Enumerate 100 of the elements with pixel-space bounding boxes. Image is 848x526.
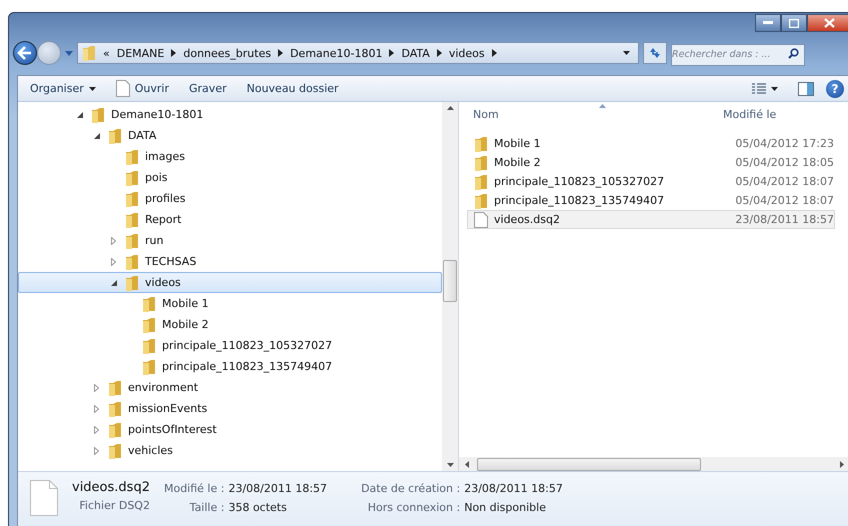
caret-icon[interactable] — [623, 51, 630, 55]
detail-label: Date de création : — [361, 482, 460, 495]
folder-icon — [142, 316, 156, 332]
tree-item[interactable]: DATA — [18, 125, 442, 146]
maximize-icon — [789, 18, 799, 28]
preview-pane-icon — [798, 82, 814, 96]
scroll-left-icon[interactable] — [465, 460, 469, 468]
column-header[interactable]: Modifié le — [723, 108, 776, 120]
address-bar[interactable]: « DEMANE donnees_brutes Demane10-1801 DATA videos — [77, 42, 639, 64]
tree-item[interactable]: Mobile 2 — [18, 314, 442, 335]
file-row[interactable]: principale_110823_135749407 05/04/2012 18:07 — [467, 191, 835, 210]
breadcrumb[interactable]: Demane10-1801 — [290, 46, 382, 60]
scroll-thumb[interactable] — [443, 260, 457, 302]
tree-item[interactable]: principale_110823_135749407 — [18, 356, 442, 377]
chevron-icon[interactable] — [389, 49, 394, 57]
detail-label: Taille : — [188, 501, 224, 514]
folder-icon — [125, 274, 139, 290]
folder-icon — [91, 106, 105, 122]
collapsed-icon[interactable] — [94, 426, 99, 434]
detail-label: Hors connexion : — [366, 501, 460, 514]
folder-icon — [125, 212, 139, 228]
tree-item[interactable]: environment — [18, 377, 442, 398]
folder-icon — [474, 192, 488, 208]
list-view-icon — [752, 82, 766, 94]
scroll-thumb[interactable] — [477, 458, 701, 470]
search-field[interactable]: Rechercher dans : ... — [671, 44, 805, 66]
refresh-button[interactable] — [643, 42, 667, 64]
file-row[interactable]: videos.dsq2 23/08/2011 18:57 — [467, 210, 835, 229]
tree-item[interactable]: Demane10-1801 — [18, 104, 442, 125]
burn-button[interactable]: Graver — [181, 80, 235, 97]
breadcrumb[interactable]: DATA — [401, 46, 430, 60]
detail-value: 358 octets — [228, 501, 288, 514]
new-folder-button[interactable]: Nouveau dossier — [238, 80, 347, 97]
expanded-icon[interactable] — [111, 280, 117, 286]
folder-icon — [108, 128, 122, 144]
scrollbar[interactable] — [459, 457, 848, 471]
folder-icon — [474, 136, 488, 152]
tree-item[interactable]: missionEvents — [18, 398, 442, 419]
tree-item[interactable]: TECHSAS — [18, 251, 442, 272]
folder-icon — [142, 338, 156, 354]
tree-item[interactable]: vehicles — [18, 440, 442, 461]
collapsed-icon[interactable] — [111, 258, 116, 266]
overflow-chevron[interactable]: « — [103, 46, 110, 60]
sort-arrow-icon — [599, 104, 606, 108]
close-button[interactable] — [807, 14, 848, 32]
tree-item[interactable]: pointsOfInterest — [18, 419, 442, 440]
open-button[interactable]: Ouvrir — [108, 78, 178, 99]
file-row[interactable]: principale_110823_105327027 05/04/2012 18:07 — [467, 172, 835, 191]
breadcrumb[interactable]: donnees_brutes — [183, 46, 272, 60]
tree-item[interactable]: principale_110823_105327027 — [18, 335, 442, 356]
close-icon — [824, 18, 834, 28]
tree-item[interactable]: Mobile 1 — [18, 293, 442, 314]
breadcrumb[interactable]: DEMANE — [116, 46, 164, 60]
minimize-icon — [763, 21, 773, 25]
document-icon — [116, 80, 130, 97]
expanded-icon[interactable] — [94, 132, 100, 138]
scroll-right-icon[interactable] — [840, 460, 844, 468]
organize-menu[interactable]: Organiser — [22, 80, 104, 97]
folder-icon — [108, 380, 122, 396]
folder-icon — [142, 296, 156, 312]
folder-icon — [108, 442, 122, 458]
tree-item[interactable]: run — [18, 230, 442, 251]
search-icon — [788, 48, 799, 59]
scroll-down-icon[interactable] — [446, 463, 454, 467]
help-button[interactable]: ? — [826, 80, 844, 98]
folder-icon — [125, 170, 139, 186]
file-row[interactable]: Mobile 2 05/04/2012 18:05 — [467, 153, 835, 172]
tree-item[interactable]: profiles — [18, 188, 442, 209]
tree-item[interactable]: Report — [18, 209, 442, 230]
scrollbar[interactable] — [442, 102, 458, 471]
tree-item[interactable]: videos — [18, 272, 442, 293]
chevron-icon[interactable] — [278, 49, 284, 57]
file-row[interactable]: Mobile 1 05/04/2012 17:23 — [467, 134, 835, 153]
caret-icon — [88, 86, 96, 90]
back-button[interactable] — [13, 41, 37, 65]
tree-item[interactable]: pois — [18, 167, 442, 188]
folder-icon — [108, 400, 122, 416]
folder-icon — [474, 174, 488, 190]
minimize-button[interactable] — [755, 14, 781, 32]
breadcrumb[interactable]: videos — [448, 46, 485, 60]
maximize-button[interactable] — [781, 14, 807, 32]
collapsed-icon[interactable] — [94, 446, 99, 454]
folder-icon — [125, 232, 139, 248]
folder-icon — [125, 148, 139, 164]
chevron-icon[interactable] — [171, 49, 176, 57]
chevron-icon[interactable] — [436, 49, 442, 57]
folder-icon — [142, 358, 156, 374]
expanded-icon[interactable] — [77, 112, 83, 118]
refresh-icon — [648, 47, 662, 59]
collapsed-icon[interactable] — [94, 384, 99, 392]
collapsed-icon[interactable] — [94, 404, 99, 412]
detail-value: 23/08/2011 18:57 — [464, 482, 563, 495]
folder-icon — [82, 45, 96, 61]
tree-item[interactable]: images — [18, 146, 442, 167]
scroll-up-icon[interactable] — [446, 106, 454, 110]
file-type: Fichier DSQ2 — [78, 499, 150, 512]
column-header[interactable]: Nom — [459, 108, 723, 120]
back-arrow-icon — [17, 46, 33, 60]
collapsed-icon[interactable] — [111, 236, 116, 244]
chevron-icon[interactable] — [492, 49, 497, 57]
